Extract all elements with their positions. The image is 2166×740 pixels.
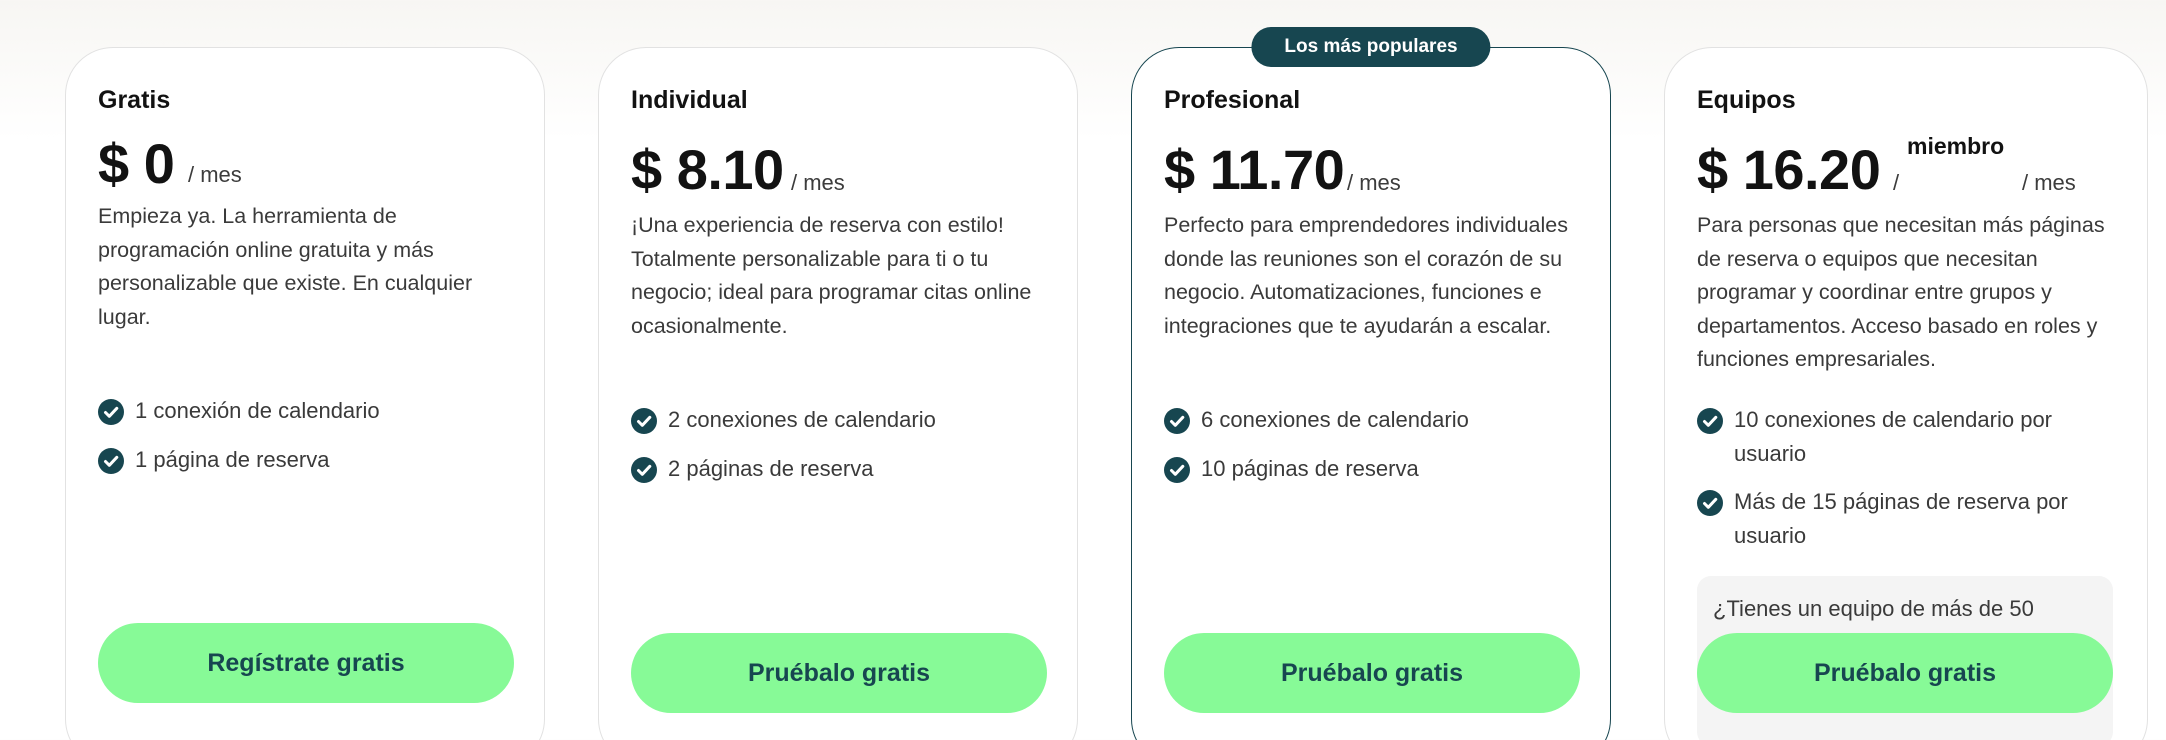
check-circle-icon (98, 447, 124, 474)
plan-name: Equipos (1697, 86, 1796, 114)
price-period: / mes (188, 162, 242, 187)
feature-item: Más de 15 páginas de reserva por usuario (1697, 485, 2117, 552)
feature-label: 2 páginas de reserva (668, 455, 874, 481)
popular-badge: Los más populares (1251, 27, 1491, 67)
plan-price: $ 16.20 (1697, 138, 1881, 201)
feature-item: 2 páginas de reserva (631, 452, 1051, 486)
feature-label: Más de 15 páginas de reserva por usuario (1734, 489, 2068, 548)
feature-item: 1 conexión de calendario (98, 394, 518, 428)
plan-price: $ 8.10 (631, 138, 784, 201)
plan-name: Individual (631, 86, 748, 114)
plan-price: $ 11.70 (1164, 138, 1345, 201)
feature-item: 10 páginas de reserva (1164, 452, 1584, 486)
feature-label: 2 conexiones de calendario (668, 407, 936, 432)
plan-description: Perfecto para emprendedores individuales… (1164, 213, 1568, 338)
check-circle-icon (98, 399, 124, 425)
price-period: / mes (791, 170, 845, 195)
feature-label: 1 conexión de calendario (135, 398, 380, 423)
check-circle-icon (631, 408, 657, 434)
price-slash: / (1893, 170, 1900, 195)
plan-description: Empieza ya. La herramienta de programaci… (98, 204, 473, 329)
feature-list: 1 conexión de calendario 1 página de res… (98, 394, 518, 476)
check-circle-icon (1164, 456, 1190, 483)
try-free-button[interactable]: Pruébalo gratis (1164, 633, 1580, 713)
feature-item: 10 conexiones de calendario por usuario (1697, 403, 2117, 470)
plan-description: Para personas que necesitan más páginas … (1697, 213, 2105, 372)
feature-list: 2 conexiones de calendario 2 páginas de … (631, 403, 1051, 485)
price-period: / mes (1347, 170, 1401, 195)
feature-list: 10 conexiones de calendario por usuario … (1697, 403, 2117, 552)
try-free-button[interactable]: Pruébalo gratis (631, 633, 1047, 713)
plan-price: $ 0 (98, 132, 175, 195)
plan-card-individual: Individual $ 8.10 / mes ¡Una experiencia… (598, 47, 1078, 740)
plan-card-equipos: Equipos $ 16.20 / miembro / mes Para per… (1664, 47, 2148, 740)
feature-label: 1 página de reserva (135, 446, 330, 472)
feature-item: 6 conexiones de calendario (1164, 403, 1584, 437)
check-circle-icon (1697, 490, 1723, 516)
plan-name: Profesional (1164, 86, 1301, 114)
price-period: / mes (2022, 170, 2076, 195)
try-free-button[interactable]: Pruébalo gratis (1697, 633, 2113, 713)
plan-description: ¡Una experiencia de reserva con estilo! … (631, 213, 1032, 338)
feature-label: 10 conexiones de calendario por usuario (1734, 407, 2053, 466)
check-circle-icon (1697, 408, 1723, 434)
price-unit-member: miembro (1907, 133, 2005, 159)
plan-name: Gratis (98, 86, 171, 114)
feature-list: 6 conexiones de calendario 10 páginas de… (1164, 403, 1584, 485)
enterprise-note-text: ¿Tienes un equipo de más de 50 (1713, 596, 2034, 621)
feature-item: 2 conexiones de calendario (631, 403, 1051, 437)
check-circle-icon (1164, 408, 1190, 434)
signup-free-button[interactable]: Regístrate gratis (98, 623, 514, 703)
plan-card-gratis: Gratis $ 0 / mes Empieza ya. La herramie… (65, 47, 545, 740)
plan-card-profesional: Los más populares Profesional $ 11.70 / … (1131, 27, 1611, 740)
feature-item: 1 página de reserva (98, 443, 518, 477)
feature-label: 10 páginas de reserva (1201, 455, 1419, 481)
check-circle-icon (631, 456, 657, 483)
feature-label: 6 conexiones de calendario (1201, 407, 1469, 432)
